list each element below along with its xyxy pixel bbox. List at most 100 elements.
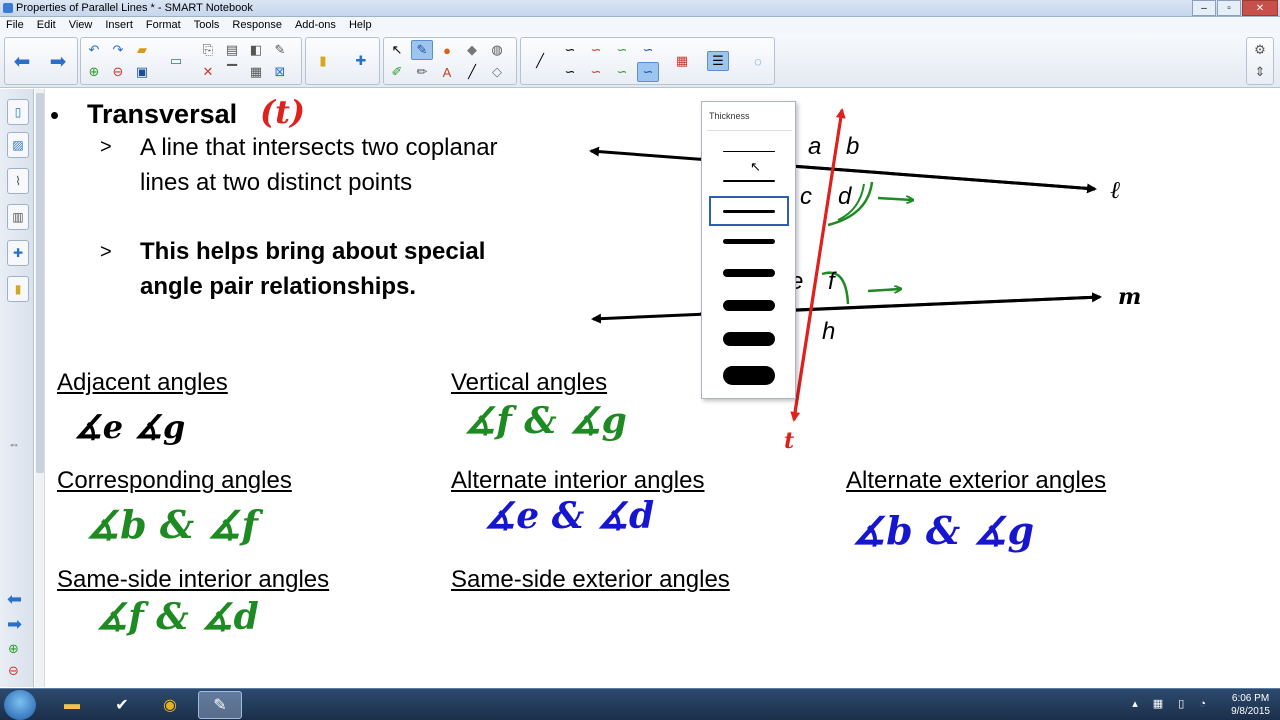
sidebar-delete-page-icon[interactable]: ⊖ (8, 663, 19, 679)
close-button[interactable]: ✕ (1242, 0, 1278, 16)
addon-puzzle-icon[interactable]: ✚ (350, 51, 372, 71)
thickness-option[interactable] (709, 226, 789, 256)
open-icon[interactable]: ▰ (131, 40, 153, 60)
paste-icon[interactable]: ⎘ (197, 40, 219, 60)
vertical-scrollbar[interactable] (35, 89, 45, 687)
thickness-option[interactable] (709, 166, 789, 196)
menu-addons[interactable]: Add-ons (295, 17, 336, 33)
start-button[interactable] (4, 690, 36, 720)
thickness-separator (707, 130, 792, 131)
previous-page-icon[interactable]: ⬅ (11, 51, 33, 73)
gear-icon[interactable]: ⚙ (1249, 40, 1271, 60)
screen-capture-icon[interactable]: ▤ (221, 40, 243, 60)
menu-response[interactable]: Response (232, 17, 282, 33)
system-tray-icons[interactable]: ▴ ▦ ▯ ◔ (1132, 697, 1212, 710)
thickness-option[interactable] (709, 324, 789, 354)
page-canvas: • Transversal (t) > A line that intersec… (0, 0, 1280, 720)
angle-d-arc (827, 181, 874, 227)
pen-black-thin-icon[interactable]: ∽ (559, 62, 581, 82)
sidebar-previous-icon[interactable]: ⬅ (7, 589, 22, 610)
edit-group: ↶ ↷ ▰ ⊕ ⊖ ▣ ▭ ⎘ ▤ ◧ ✎ ✕ ▔ ▦ ⊠ (80, 37, 302, 85)
sidebar-next-icon[interactable]: ➡ (7, 614, 22, 635)
file-explorer-icon[interactable]: ▬ (50, 691, 94, 719)
clock[interactable]: 6:06 PM 9/8/2015 (1231, 692, 1270, 718)
thickness-option[interactable] (709, 258, 789, 288)
pen-red-icon[interactable]: ∽ (585, 40, 607, 60)
line-thickness-icon[interactable]: ☰ (707, 51, 729, 71)
save-icon[interactable]: ▣ (131, 62, 153, 82)
thickness-option[interactable] (709, 290, 789, 320)
magic-pen-icon[interactable]: ✐ (386, 62, 408, 82)
page-sorter-tab-icon[interactable]: ▯ (7, 99, 29, 125)
line-icon[interactable]: ╱ (461, 62, 483, 82)
pen-green-icon[interactable]: ∽ (611, 40, 633, 60)
shapes-eraser-icon[interactable]: ◇ (486, 62, 508, 82)
thickness-swatch (723, 332, 775, 346)
fullscreen-icon[interactable]: ⊠ (269, 62, 291, 82)
point-2-line-1: This helps bring about special (140, 238, 486, 265)
menu-insert[interactable]: Insert (105, 17, 133, 33)
smart-notebook-task-icon[interactable]: ✎ (198, 691, 242, 719)
heading-vertical: Vertical angles (451, 369, 608, 396)
document-camera-icon[interactable]: ◧ (245, 40, 267, 60)
thickness-swatch (723, 150, 775, 152)
pen-red-thin-icon[interactable]: ∽ (585, 62, 607, 82)
thickness-option-selected[interactable] (709, 196, 789, 226)
addons-group: ▮ ✚ (305, 37, 380, 85)
maximize-button[interactable]: ▫ (1217, 0, 1241, 16)
spellcheck-icon[interactable]: ✎ (269, 40, 291, 60)
pen-black-icon[interactable]: ∽ (559, 40, 581, 60)
menu-tools[interactable]: Tools (194, 17, 220, 33)
clock-date: 9/8/2015 (1231, 706, 1270, 717)
gallery-tab-icon[interactable]: ▨ (7, 132, 29, 158)
label-c: c (800, 183, 812, 210)
fill-icon[interactable]: ◍ (486, 40, 508, 60)
label-line-m: m (1118, 284, 1142, 310)
addons-tab-icon[interactable]: ✚ (7, 240, 29, 266)
heading-corresponding: Corresponding angles (57, 467, 292, 494)
pen-icon[interactable]: ✎ (411, 40, 433, 60)
color-palette-icon[interactable]: ▦ (671, 51, 693, 71)
creative-pen-icon[interactable]: ● (436, 40, 458, 60)
smart-tools-icon[interactable]: ✔ (100, 691, 144, 719)
handwriting-vertical: ∡f & ∡g (464, 400, 627, 442)
delete-page-icon[interactable]: ⊖ (107, 62, 129, 82)
thickness-option[interactable] (709, 136, 789, 166)
pen-selected-icon[interactable]: ∽ (637, 62, 659, 82)
chrome-icon[interactable]: ◉ (148, 691, 192, 719)
menu-edit[interactable]: Edit (37, 17, 56, 33)
scrollbar-thumb[interactable] (36, 93, 44, 473)
minimize-button[interactable]: – (1192, 0, 1216, 16)
delete-icon[interactable]: ✕ (197, 62, 219, 82)
text-icon[interactable]: A (436, 62, 458, 82)
screen-icon[interactable]: ▭ (165, 51, 187, 71)
line-style-icon[interactable]: ◌ (747, 51, 769, 71)
undo-icon[interactable]: ↶ (83, 40, 105, 60)
add-page-icon[interactable]: ⊕ (83, 62, 105, 82)
lock-icon[interactable]: ▮ (312, 51, 334, 71)
table-icon[interactable]: ▦ (245, 62, 267, 82)
eraser-icon[interactable]: ◆ (461, 40, 483, 60)
heading-same-side-interior: Same-side interior angles (57, 566, 330, 593)
pen-blue-icon[interactable]: ∽ (637, 40, 659, 60)
menu-format[interactable]: Format (146, 17, 181, 33)
shape-pen-icon[interactable]: ✏ (411, 62, 433, 82)
move-toolbar-icon[interactable]: ⇕ (1249, 62, 1271, 82)
sidebar-add-page-icon[interactable]: ⊕ (8, 641, 19, 657)
menu-help[interactable]: Help (349, 17, 372, 33)
resize-handle-icon[interactable]: ⇔ (8, 437, 20, 451)
heading-alt-interior: Alternate interior angles (451, 467, 705, 494)
pen-green-thin-icon[interactable]: ∽ (611, 62, 633, 82)
select-icon[interactable]: ↖ (386, 40, 408, 60)
point-1-marker: > (100, 136, 112, 158)
screen-shade-icon[interactable]: ▔ (221, 62, 243, 82)
thickness-option[interactable] (709, 360, 789, 390)
pen-properties-icon[interactable]: ╱ (529, 51, 551, 71)
menu-file[interactable]: File (6, 17, 24, 33)
next-page-icon[interactable]: ➡ (47, 51, 69, 73)
menu-view[interactable]: View (69, 17, 93, 33)
lesson-activity-tab-icon[interactable]: ▮ (7, 276, 29, 302)
redo-icon[interactable]: ↷ (107, 40, 129, 60)
properties-tab-icon[interactable]: ▥ (7, 204, 29, 230)
attachments-tab-icon[interactable]: ⌇ (7, 168, 29, 194)
